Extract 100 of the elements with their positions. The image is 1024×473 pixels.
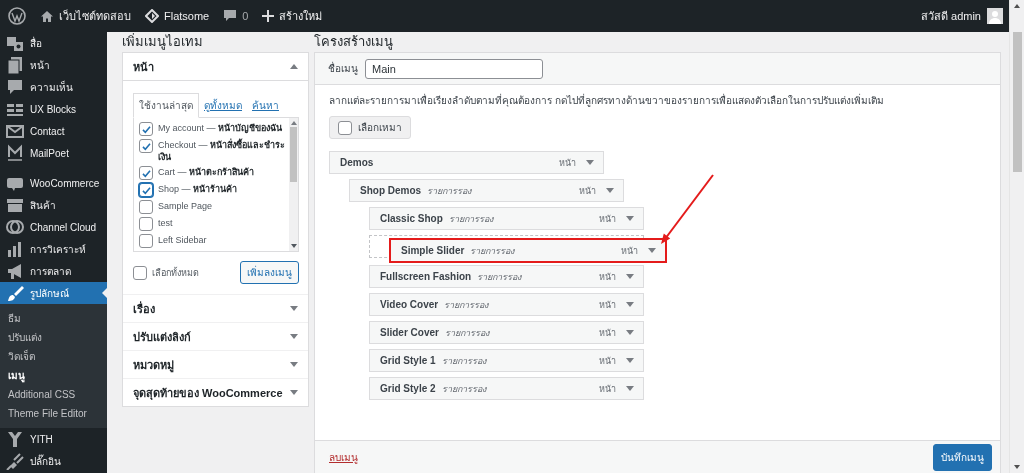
diamond-icon [145, 9, 159, 23]
checkbox[interactable] [338, 120, 352, 135]
account-link[interactable]: สวัสดี admin [920, 7, 1003, 25]
checkbox[interactable] [139, 139, 153, 153]
sub-item-label: รายการรอง [427, 184, 472, 198]
sidebar-item[interactable]: Contact [0, 120, 107, 142]
logo-icon [6, 144, 24, 162]
expand-icon[interactable] [586, 160, 594, 165]
sub-item-label: รายการรอง [477, 270, 522, 284]
accordion-header[interactable]: หมวดหมู่ [123, 351, 308, 378]
accordion-header[interactable]: ปรับแต่งลิงก์ [123, 323, 308, 350]
toggle-icon[interactable] [290, 306, 298, 311]
scrollbar-thumb[interactable] [290, 127, 297, 182]
bulk-select-button[interactable]: เลือกเหมา [329, 116, 411, 139]
sidebar-item[interactable]: สินค้า [0, 194, 107, 216]
bar-chart-icon [6, 240, 24, 258]
sidebar-item[interactable]: YITH [0, 428, 107, 450]
submenu-item[interactable]: ธีม [0, 309, 107, 328]
expand-icon[interactable] [626, 274, 634, 279]
item-type-label: หน้า [599, 354, 616, 368]
expand-icon[interactable] [626, 302, 634, 307]
menu-item-bar[interactable]: Grid Style 2 รายการรอง หน้า [369, 377, 644, 400]
toggle-icon[interactable] [290, 362, 298, 367]
submenu-item[interactable]: วิดเจ็ต [0, 347, 107, 366]
menu-item-bar[interactable]: Classic Shop รายการรอง หน้า [369, 207, 644, 230]
sidebar-item[interactable]: สื่อ [0, 32, 107, 54]
accordion-header[interactable]: เรื่อง [123, 295, 308, 322]
envelope-icon [6, 122, 24, 140]
menu-item-bar[interactable]: Video Cover รายการรอง หน้า [369, 293, 644, 316]
expand-icon[interactable] [626, 216, 634, 221]
expand-icon[interactable] [606, 188, 614, 193]
select-all-label: เลือกทั้งหมด [152, 266, 199, 279]
site-name-link[interactable]: เว็บไซต์ทดสอบ [40, 7, 131, 25]
home-icon [40, 9, 54, 23]
submenu-item[interactable]: ปรับแต่ง [0, 328, 107, 347]
add-to-menu-button[interactable]: เพิ่มลงเมนู [240, 261, 299, 284]
section-heading: โครงสร้างเมนู [314, 33, 394, 52]
avatar-icon [987, 8, 1003, 24]
sidebar-item[interactable]: การวิเคราะห์ [0, 238, 107, 260]
menu-item-bar[interactable]: Fullscreen Fashion รายการรอง หน้า [369, 265, 644, 288]
new-content-link[interactable]: สร้างใหม่ [262, 7, 323, 25]
sub-item-label: รายการรอง [448, 212, 493, 226]
accordion-header[interactable]: จุดสุดท้ายของ WooCommerce [123, 379, 308, 406]
menu-item-bar[interactable]: Demos หน้า [329, 151, 604, 174]
menu-item-bar[interactable]: Shop Demos รายการรอง หน้า [349, 179, 624, 202]
megaphone-icon [6, 262, 24, 280]
sidebar-item[interactable]: ปลั๊กอิน [0, 450, 107, 472]
page-item-label: My account — หน้าบัญชีของฉัน [158, 122, 283, 134]
sidebar-item[interactable]: การตลาด [0, 260, 107, 282]
scrollbar[interactable] [1009, 0, 1024, 473]
tab[interactable]: ใช้งานล่าสุด [133, 93, 199, 118]
menu-item-bar[interactable]: Slider Cover รายการรอง หน้า [369, 321, 644, 344]
scroll-down-icon[interactable] [290, 244, 297, 248]
sidebar-item[interactable]: MailPoet [0, 142, 107, 164]
item-type-label: หน้า [599, 298, 616, 312]
sub-item-label: รายการรอง [470, 244, 515, 258]
sidebar-item[interactable]: รูปลักษณ์ [0, 282, 107, 304]
checkbox[interactable] [139, 234, 153, 248]
checkbox[interactable] [139, 217, 153, 231]
wordpress-logo-icon[interactable] [8, 7, 26, 25]
scroll-up-icon[interactable] [1014, 4, 1020, 8]
toggle-icon[interactable] [290, 64, 298, 69]
menu-item-bar[interactable]: Grid Style 1 รายการรอง หน้า [369, 349, 644, 372]
tab[interactable]: ค้นหา [247, 94, 284, 117]
scrollbar[interactable] [289, 118, 298, 251]
submenu-item[interactable]: เมนู [0, 366, 107, 385]
menu-item-bar[interactable]: Simple Slider รายการรอง หน้า [389, 238, 667, 263]
expand-icon[interactable] [626, 386, 634, 391]
theme-link[interactable]: Flatsome [145, 9, 210, 23]
scroll-down-icon[interactable] [1014, 465, 1020, 469]
page-item-label: Cart — หน้าตะกร้าสินค้า [158, 166, 254, 178]
toggle-icon[interactable] [290, 390, 298, 395]
tab[interactable]: ดูทั้งหมด [199, 94, 247, 117]
scroll-up-icon[interactable] [290, 121, 297, 125]
sidebar-item[interactable]: Channel Cloud [0, 216, 107, 238]
sidebar-item[interactable]: หน้า [0, 54, 107, 76]
submenu-item[interactable]: Additional CSS [0, 385, 107, 404]
checkbox[interactable] [139, 122, 153, 136]
checkbox[interactable] [139, 183, 153, 197]
item-type-label: หน้า [599, 382, 616, 396]
sidebar-item[interactable]: ความเห็น [0, 76, 107, 98]
accordion-header[interactable]: หน้า [123, 53, 308, 81]
comment-icon [6, 78, 24, 96]
sub-item-label: รายการรอง [444, 326, 489, 340]
expand-icon[interactable] [626, 330, 634, 335]
sidebar-item[interactable]: WooCommerce [0, 172, 107, 194]
expand-icon[interactable] [648, 248, 656, 253]
submenu-item[interactable]: Theme File Editor [0, 404, 107, 423]
checkbox[interactable] [133, 265, 147, 280]
checkbox[interactable] [139, 166, 153, 180]
comments-link[interactable]: 0 [223, 9, 249, 23]
save-menu-button[interactable]: บันทึกเมนู [933, 443, 992, 471]
expand-icon[interactable] [626, 358, 634, 363]
scrollbar-thumb[interactable] [1012, 32, 1022, 172]
toggle-icon[interactable] [290, 334, 298, 339]
checkbox[interactable] [139, 200, 153, 214]
delete-menu-link[interactable]: ลบเมนู [329, 449, 358, 465]
sidebar-item[interactable]: UX Blocks [0, 98, 107, 120]
menu-name-field[interactable]: Main [365, 58, 543, 79]
menu-name-label: ชื่อเมนู [328, 61, 358, 76]
